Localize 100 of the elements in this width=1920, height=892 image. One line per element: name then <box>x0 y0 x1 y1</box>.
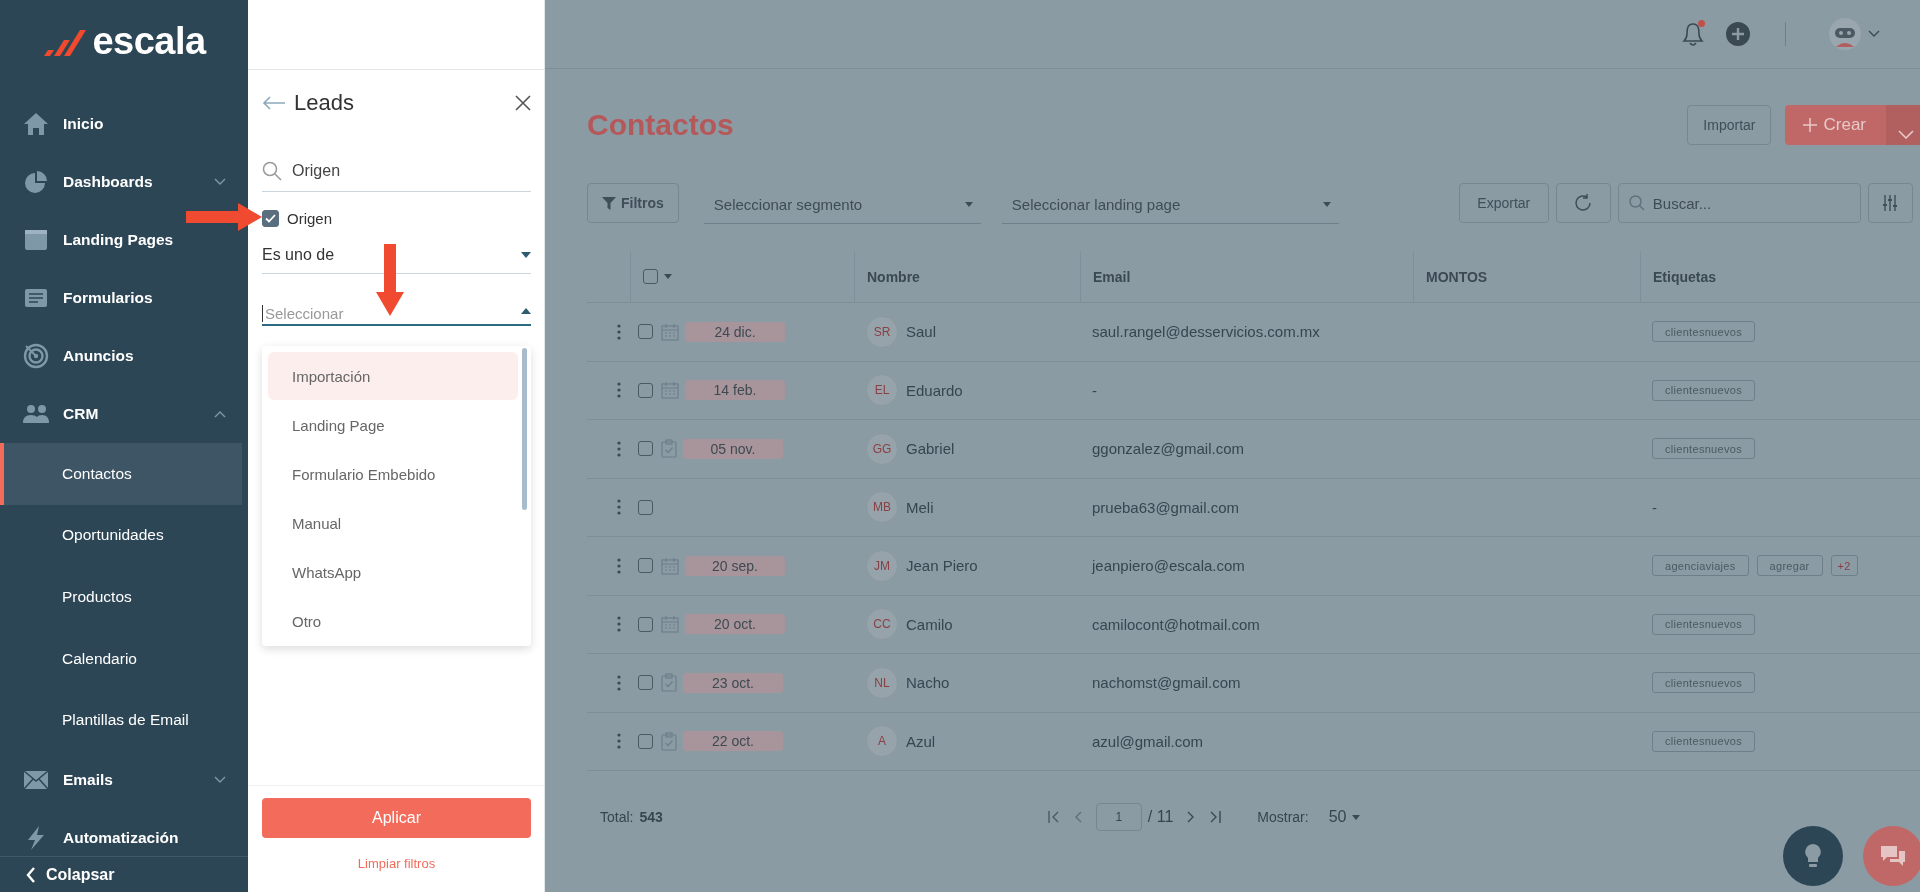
chevron-down-icon <box>1868 30 1880 38</box>
tag: clientesnuevos <box>1652 613 1755 635</box>
clear-filters-link[interactable]: Limpiar filtros <box>357 856 436 871</box>
tag: clientesnuevos <box>1652 379 1755 401</box>
row-checkbox[interactable] <box>638 499 653 515</box>
sidebar-subitem[interactable]: Oportunidades <box>0 504 242 567</box>
row-checkbox[interactable] <box>638 441 653 457</box>
dropdown-option[interactable]: Manual <box>268 499 518 547</box>
search-icon <box>1628 195 1645 211</box>
search-box[interactable]: Buscar... <box>1617 183 1861 223</box>
table-cell: Camilo <box>906 615 953 633</box>
sidebar-item[interactable]: CRM <box>0 385 248 443</box>
search-input[interactable]: Buscar... <box>1650 193 1850 213</box>
sidebar-subitem[interactable]: Plantillas de Email <box>0 689 242 751</box>
row-menu-button[interactable] <box>616 440 621 457</box>
checkbox-label: Origen <box>287 209 333 227</box>
caret-down-icon <box>1322 202 1331 207</box>
sidebar-subitem[interactable]: Productos <box>0 566 242 628</box>
add-button[interactable] <box>1726 22 1750 46</box>
sidebar-item[interactable]: Dashboards <box>0 153 248 211</box>
checkbox[interactable] <box>262 209 279 227</box>
caret-down-icon <box>1352 814 1361 820</box>
sidebar-item[interactable]: Anuncios <box>0 327 248 385</box>
column-settings-button[interactable] <box>1867 183 1913 223</box>
page-title: Contactos <box>587 108 735 142</box>
dropdown-option[interactable]: Formulario Embebido <box>268 450 518 498</box>
tag: clientesnuevos <box>1652 730 1755 752</box>
chevron-left-icon <box>26 866 36 883</box>
clipboard-check-icon <box>661 673 677 693</box>
sidebar-item[interactable]: Landing Pages <box>0 211 248 269</box>
row-checkbox[interactable] <box>638 675 653 691</box>
user-menu[interactable] <box>1828 17 1880 51</box>
table-cell: Nacho <box>906 674 950 692</box>
sidebar-item[interactable]: Inicio <box>0 95 248 153</box>
row-checkbox[interactable] <box>638 324 653 340</box>
dropdown-option[interactable]: Importación <box>268 352 518 400</box>
landing-page-dropdown[interactable]: Seleccionar landing page <box>1001 186 1339 224</box>
row-menu-button[interactable] <box>616 733 621 750</box>
export-button[interactable]: Exportar <box>1458 183 1549 223</box>
per-page-dropdown[interactable]: 50 <box>1328 808 1361 826</box>
column-header[interactable]: MONTOS <box>1413 251 1640 303</box>
table-cell: Meli <box>906 498 934 516</box>
column-header[interactable]: Nombre <box>854 251 1080 303</box>
chat-bubbles-icon <box>1879 844 1907 868</box>
table-cell: Saul <box>906 323 937 341</box>
row-checkbox[interactable] <box>638 382 653 398</box>
row-menu-button[interactable] <box>616 499 621 516</box>
row-menu-button[interactable] <box>616 616 621 633</box>
table-cell: Eduardo <box>906 381 963 399</box>
row-menu-button[interactable] <box>616 674 621 691</box>
clipboard-check-icon <box>661 731 677 751</box>
table-cell: Gabriel <box>906 440 955 458</box>
plus-icon <box>1803 118 1818 132</box>
avatar-initials: A <box>866 725 898 758</box>
sidebar-item[interactable]: Automatización <box>0 808 248 856</box>
refresh-icon <box>1574 194 1593 212</box>
row-checkbox[interactable] <box>638 616 653 632</box>
sidebar-subitem[interactable]: Contactos <box>0 443 242 505</box>
avatar-initials: MB <box>866 491 898 524</box>
dropdown-option[interactable]: WhatsApp <box>268 548 518 596</box>
row-menu-button[interactable] <box>616 557 621 574</box>
row-checkbox[interactable] <box>638 733 653 749</box>
tag: clientesnuevos <box>1652 672 1755 694</box>
pie-chart-icon <box>24 170 48 194</box>
row-menu-button[interactable] <box>616 323 621 340</box>
tips-button[interactable] <box>1783 826 1843 886</box>
column-header[interactable]: Etiquetas <box>1640 251 1920 303</box>
dropdown-option[interactable]: Otro <box>268 597 518 645</box>
tag: clientesnuevos <box>1652 438 1755 460</box>
segment-dropdown[interactable]: Seleccionar segmento <box>703 186 981 224</box>
refresh-button[interactable] <box>1555 183 1611 223</box>
table-cell: azul@gmail.com <box>1092 732 1204 750</box>
check-icon <box>265 213 276 223</box>
sidebar-item[interactable]: Emails <box>0 750 248 809</box>
table-cell: jeanpiero@escala.com <box>1092 557 1245 575</box>
sliders-icon <box>1882 195 1899 211</box>
table-cell: Azul <box>906 732 936 750</box>
import-button[interactable]: Importar <box>1687 105 1772 145</box>
avatar-initials: SR <box>866 315 898 348</box>
kebab-icon <box>616 440 621 457</box>
dropdown-option[interactable]: Landing Page <box>268 401 518 449</box>
search-field[interactable]: Origen <box>292 162 531 180</box>
kebab-icon <box>616 733 621 750</box>
back-button[interactable] <box>262 96 286 110</box>
lightbulb-icon <box>1804 843 1822 869</box>
caret-down-icon <box>964 202 973 207</box>
row-checkbox[interactable] <box>638 558 653 574</box>
sidebar-item[interactable]: Formularios <box>0 269 248 327</box>
column-header[interactable]: Email <box>1080 251 1413 303</box>
sidebar-subitem[interactable]: Calendario <box>0 627 242 690</box>
close-button[interactable] <box>515 95 531 111</box>
select-all-checkbox[interactable] <box>643 269 658 284</box>
notifications-button[interactable] <box>1682 21 1704 47</box>
arrow-left-icon <box>262 96 286 110</box>
avatar-initials: JM <box>866 549 898 582</box>
page-count: / 11 <box>1147 808 1174 826</box>
page-field[interactable]: 1 <box>1095 803 1142 831</box>
date-label: 05 nov. <box>683 438 783 459</box>
row-menu-button[interactable] <box>616 382 621 399</box>
chat-button[interactable] <box>1863 826 1920 886</box>
